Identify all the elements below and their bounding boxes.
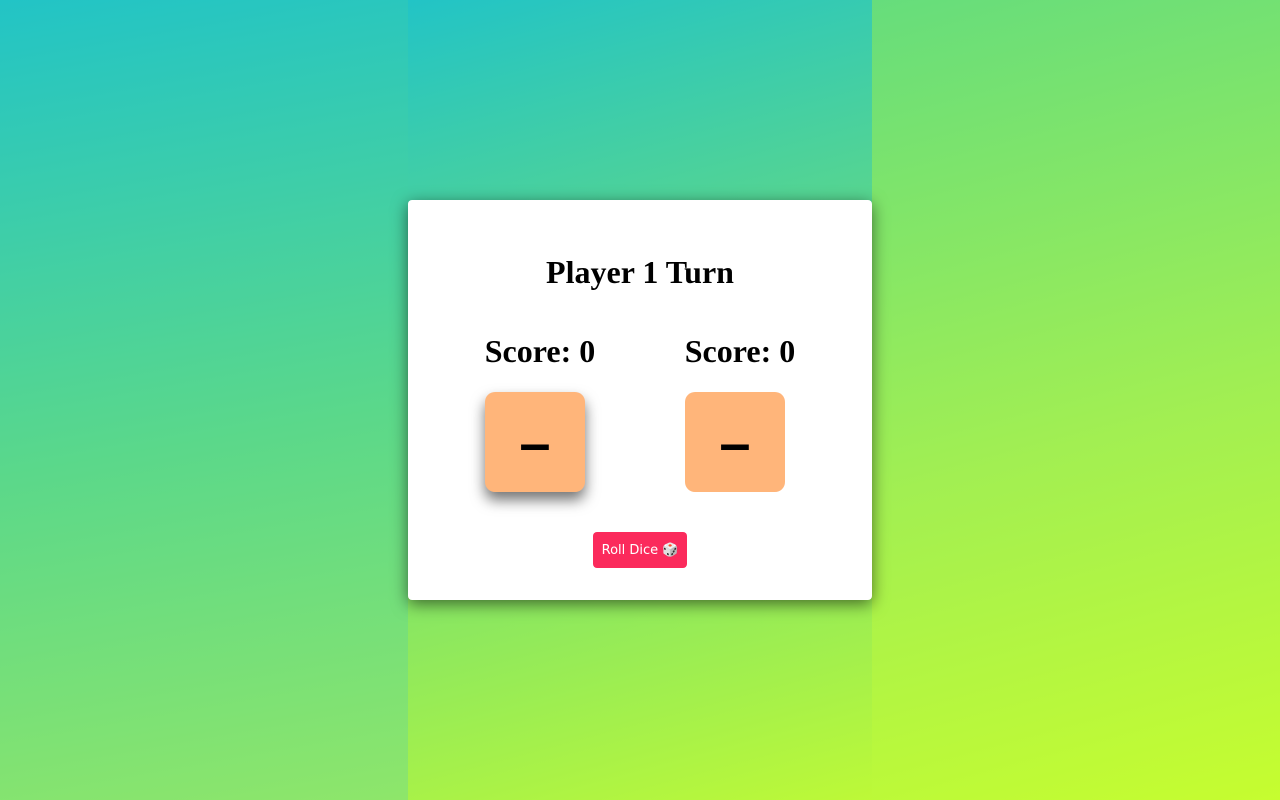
player-2-die: – <box>685 392 785 492</box>
game-card: Player 1 Turn Score: 0 – Score: 0 – Roll… <box>408 200 872 600</box>
player-1-panel: Score: 0 – <box>440 330 640 492</box>
player-1-die: – <box>485 392 585 492</box>
player-1-score: Score: 0 <box>484 333 596 369</box>
dice-icon: 🎲 <box>662 542 679 558</box>
roll-dice-button[interactable]: Roll Dice 🎲 <box>593 532 687 568</box>
roll-dice-label: Roll Dice <box>601 542 659 558</box>
player-2-panel: Score: 0 – <box>640 330 840 492</box>
background-right <box>872 0 1280 800</box>
background-left <box>0 0 408 800</box>
turn-indicator: Player 1 Turn <box>546 254 734 290</box>
player-2-score: Score: 0 <box>684 333 796 369</box>
